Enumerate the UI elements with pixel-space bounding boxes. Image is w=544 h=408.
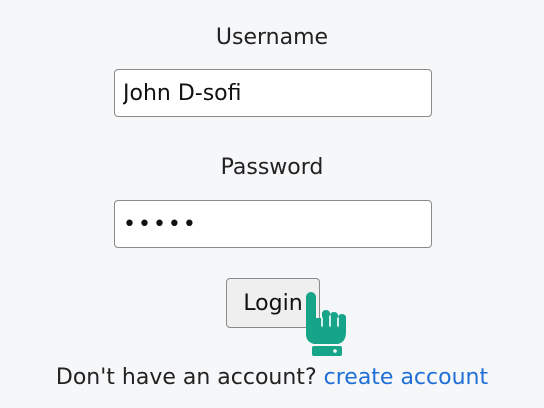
password-input[interactable] (114, 200, 432, 248)
create-account-link[interactable]: create account (324, 365, 488, 390)
login-form: Username Password Login Don't have an ac… (0, 0, 544, 408)
username-input[interactable] (114, 69, 432, 117)
password-label: Password (220, 155, 324, 180)
hand-pointer-icon (306, 292, 346, 356)
username-label: Username (215, 25, 329, 50)
signup-prompt-text: Don't have an account? (55, 365, 317, 390)
signup-prompt: Don't have an account? create account (0, 363, 544, 393)
